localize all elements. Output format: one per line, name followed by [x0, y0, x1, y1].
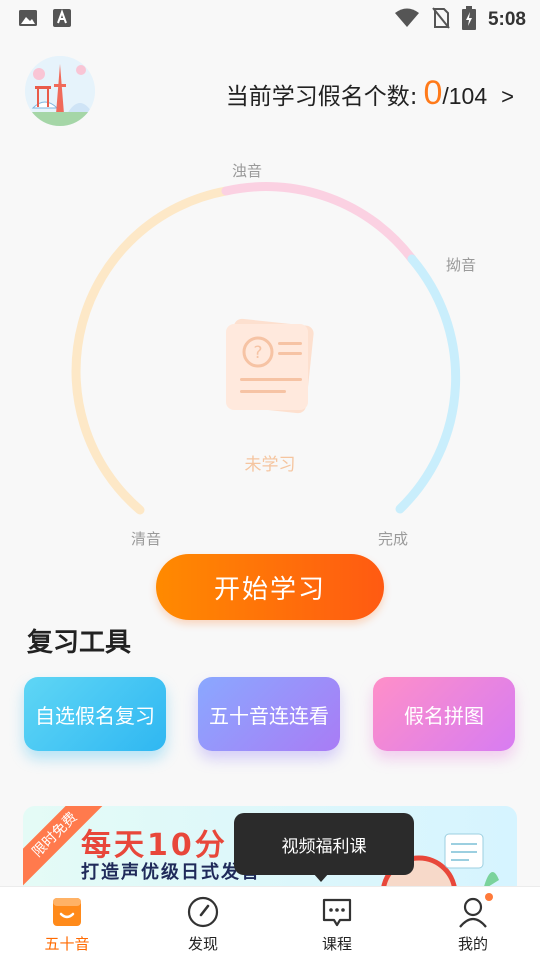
kana-puzzle-button[interactable]: 假名拼图: [373, 677, 515, 751]
kana-count-label: 当前学习假名个数:: [225, 84, 418, 110]
battery-charging-icon: [461, 6, 476, 34]
wifi-icon: [394, 8, 420, 32]
tab-label: 我的: [457, 935, 488, 953]
book-icon: [50, 895, 84, 929]
bottom-tab-bar: 五十音 发现 课程 我的: [0, 886, 540, 961]
label-done: 完成: [378, 530, 409, 548]
matching-game-button[interactable]: 五十音连连看: [198, 677, 340, 751]
label-dakuon: 浊音: [232, 162, 263, 180]
avatar[interactable]: [25, 56, 95, 126]
no-sim-icon: [432, 7, 450, 33]
notification-dot: [485, 893, 493, 901]
video-benefit-tooltip[interactable]: 视频福利课: [234, 813, 414, 875]
tooltip-arrow: [313, 873, 329, 882]
tab-me[interactable]: 我的: [428, 893, 518, 954]
flashcard-icon: ?: [220, 316, 320, 416]
header: 当前学习假名个数: 0 /104 >: [0, 52, 540, 132]
image-icon: [18, 8, 38, 32]
status-bar: 5:08: [0, 0, 540, 36]
start-learning-button[interactable]: 开始学习: [156, 554, 384, 620]
tab-gojuon[interactable]: 五十音: [22, 895, 112, 954]
review-tools-title: 复习工具: [27, 628, 132, 658]
custom-kana-review-button[interactable]: 自选假名复习: [24, 677, 166, 751]
kana-count[interactable]: 当前学习假名个数: 0 /104 >: [226, 74, 514, 113]
tab-courses[interactable]: 课程: [292, 895, 382, 954]
tab-label: 五十音: [44, 935, 90, 953]
clock: 5:08: [487, 9, 526, 30]
tab-discover[interactable]: 发现: [158, 895, 248, 954]
profile-icon: [456, 893, 493, 929]
chevron-right-icon: >: [501, 84, 514, 109]
compass-icon: [186, 895, 220, 929]
tab-label: 发现: [187, 935, 218, 953]
label-seion: 清音: [131, 530, 162, 548]
progress-status: 未学习: [244, 455, 296, 475]
font-a-icon: [52, 8, 72, 32]
label-youon: 拗音: [446, 256, 477, 274]
chat-icon: [320, 895, 354, 929]
tab-label: 课程: [321, 935, 352, 953]
kana-count-total: /104: [442, 83, 488, 109]
kana-count-value: 0: [423, 74, 443, 112]
svg-text:?: ?: [253, 343, 262, 363]
arc-dakuon: [221, 182, 417, 264]
